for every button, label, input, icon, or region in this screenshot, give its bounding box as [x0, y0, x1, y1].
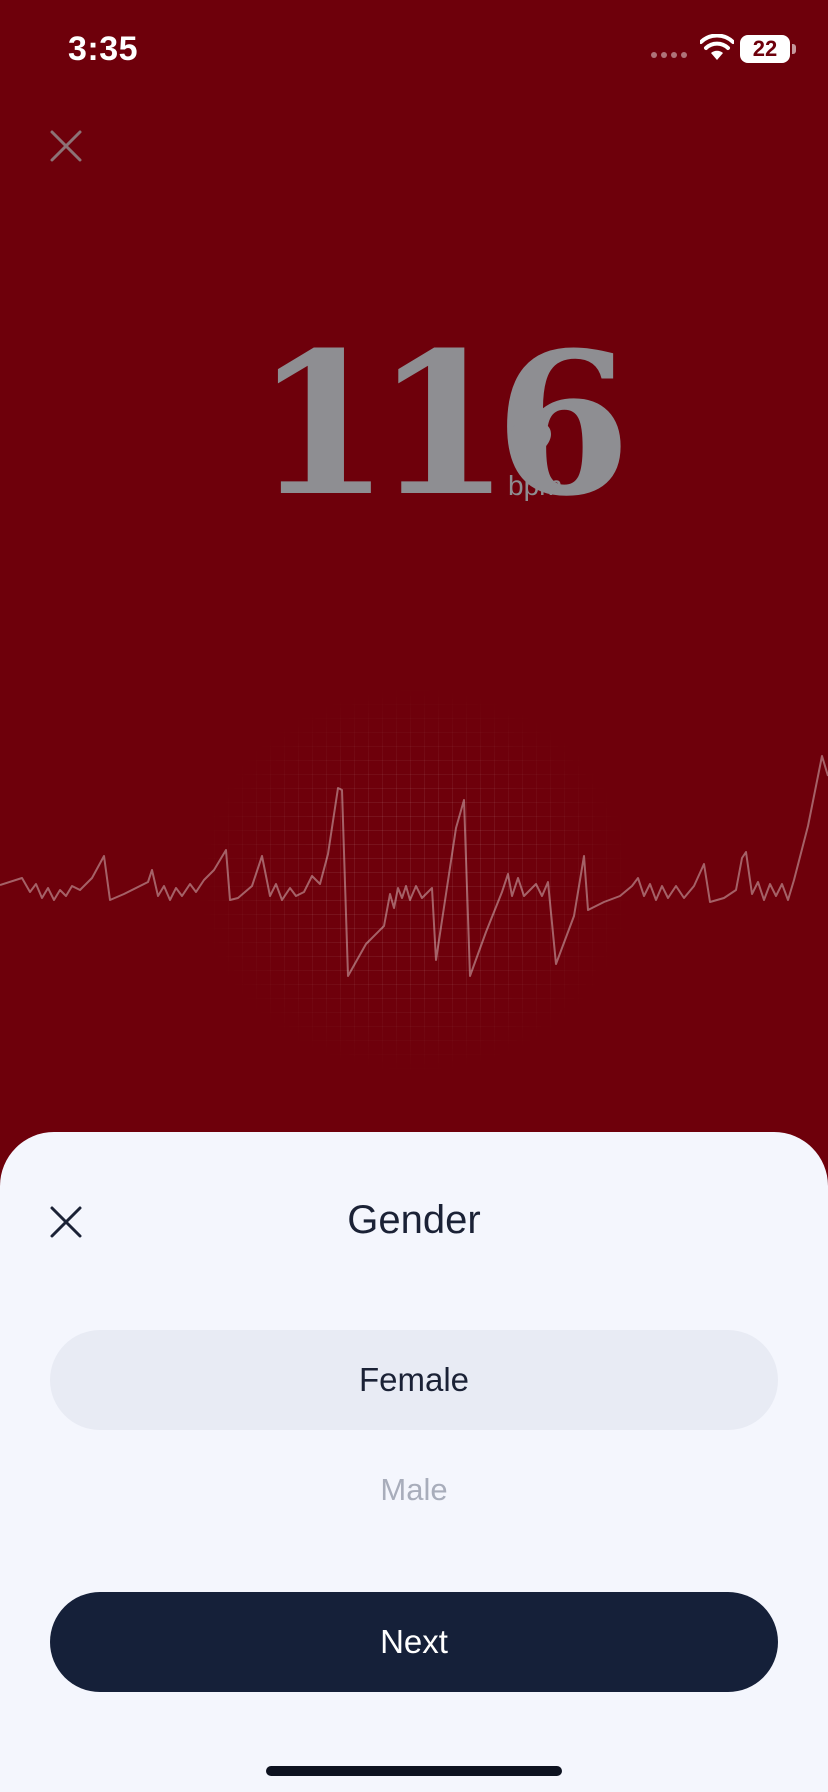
- battery-level: 22: [752, 36, 778, 61]
- status-time: 3:35: [68, 30, 139, 68]
- close-icon[interactable]: [48, 128, 84, 164]
- wifi-icon: [700, 34, 734, 60]
- next-button[interactable]: Next: [50, 1592, 778, 1692]
- cellular-signal-icon: [651, 52, 687, 58]
- battery-icon: 22: [740, 35, 790, 63]
- heart-rate-screen: 3:35 22 116 bpm Gender Female Male Next: [0, 0, 828, 1792]
- status-bar: 3:35 22: [0, 0, 828, 100]
- heart-rate-value: 116: [254, 310, 631, 540]
- heart-icon: [511, 423, 551, 460]
- gender-bottom-sheet: Gender Female Male Next: [0, 1132, 828, 1792]
- heart-rate-unit: bpm: [508, 470, 563, 501]
- ecg-waveform: [0, 755, 828, 977]
- home-indicator[interactable]: [266, 1766, 562, 1776]
- battery-nub: [792, 44, 796, 54]
- sheet-title: Gender: [347, 1198, 481, 1242]
- gender-option-female[interactable]: Female: [50, 1330, 778, 1430]
- gender-option-male[interactable]: Male: [50, 1450, 778, 1530]
